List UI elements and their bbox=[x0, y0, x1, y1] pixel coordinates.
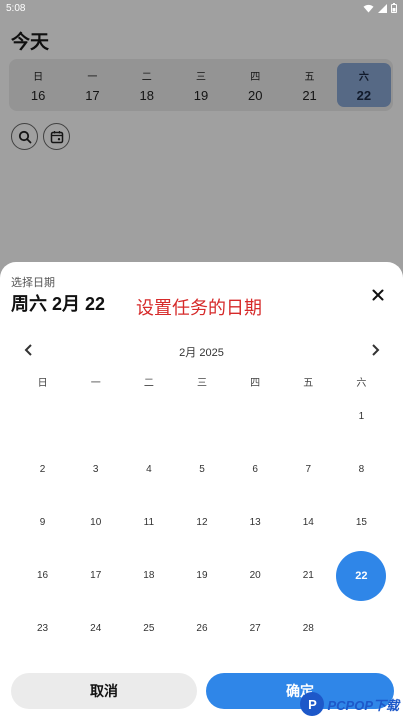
calendar-day-number: 14 bbox=[302, 517, 314, 528]
weekday-header-row: 日 一 二 三 四 五 六 bbox=[16, 374, 388, 389]
calendar-empty-cell bbox=[122, 390, 175, 443]
calendar-day[interactable]: 24 bbox=[69, 602, 122, 655]
watermark-logo: P bbox=[300, 692, 325, 716]
calendar-day[interactable]: 5 bbox=[175, 443, 228, 496]
calendar-day[interactable]: 10 bbox=[69, 496, 122, 549]
weekday-header: 二 bbox=[143, 378, 154, 389]
weekday-header: 三 bbox=[196, 378, 207, 389]
chevron-right-icon bbox=[371, 344, 379, 356]
calendar-day[interactable]: 16 bbox=[16, 549, 69, 602]
next-month-button[interactable] bbox=[367, 342, 383, 358]
calendar-day-number: 26 bbox=[196, 623, 208, 634]
calendar-day[interactable]: 18 bbox=[122, 549, 175, 602]
calendar-day-number: 7 bbox=[305, 464, 312, 475]
weekday-header: 一 bbox=[90, 378, 101, 389]
battery-icon bbox=[391, 3, 397, 13]
calendar-day-number: 19 bbox=[196, 570, 208, 581]
calendar-empty-cell bbox=[229, 390, 282, 443]
signal-icon bbox=[378, 3, 387, 13]
calendar-day[interactable]: 4 bbox=[122, 443, 175, 496]
calendar-day[interactable]: 11 bbox=[122, 496, 175, 549]
calendar-day-number: 2 bbox=[39, 464, 46, 475]
calendar-day[interactable]: 9 bbox=[16, 496, 69, 549]
calendar-day-number: 11 bbox=[143, 517, 155, 528]
calendar-day-number: 6 bbox=[252, 464, 258, 475]
calendar-day-number: 20 bbox=[249, 570, 261, 581]
calendar-day[interactable]: 25 bbox=[122, 602, 175, 655]
calendar-day-number: 23 bbox=[37, 623, 49, 634]
calendar-day-number: 15 bbox=[355, 517, 367, 528]
date-picker-subtitle: 选择日期 bbox=[11, 277, 55, 289]
calendar-day[interactable]: 20 bbox=[229, 549, 282, 602]
calendar-empty-cell bbox=[69, 390, 122, 443]
calendar-day[interactable]: 6 bbox=[229, 443, 282, 496]
calendar-empty-cell bbox=[175, 390, 228, 443]
weekday-header: 六 bbox=[356, 378, 367, 389]
calendar-day[interactable]: 21 bbox=[282, 549, 335, 602]
weekday-header: 日 bbox=[37, 378, 48, 389]
calendar-day[interactable]: 7 bbox=[282, 443, 335, 496]
calendar-day-number: 27 bbox=[249, 623, 261, 634]
close-icon bbox=[372, 289, 384, 301]
watermark: P PCPOP下载 bbox=[300, 692, 399, 716]
calendar-day-number: 21 bbox=[302, 570, 314, 581]
cancel-button[interactable]: 取消 bbox=[11, 673, 197, 709]
calendar-day-grid: 1 2 3 4 5 6 7 8 9 10 11 12 13 14 15 16 17 18 19 20 21 22 23 24 2… bbox=[16, 390, 388, 655]
status-bar: 5:08 bbox=[0, 0, 403, 16]
calendar-day-number: 17 bbox=[90, 570, 102, 581]
calendar-day-number: 18 bbox=[143, 570, 155, 581]
calendar-day[interactable]: 26 bbox=[175, 602, 228, 655]
calendar-day[interactable]: 19 bbox=[175, 549, 228, 602]
weekday-header: 四 bbox=[250, 378, 261, 389]
calendar-day-number: 10 bbox=[90, 517, 102, 528]
calendar-day[interactable]: 8 bbox=[335, 443, 388, 496]
watermark-text: PCPOP下载 bbox=[327, 697, 399, 713]
close-button[interactable] bbox=[367, 284, 389, 306]
calendar-day[interactable]: 23 bbox=[16, 602, 69, 655]
calendar-day[interactable]: 13 bbox=[229, 496, 282, 549]
calendar-day-number: 28 bbox=[302, 623, 314, 634]
calendar-day[interactable]: 28 bbox=[282, 602, 335, 655]
calendar-day[interactable]: 12 bbox=[175, 496, 228, 549]
annotation-caption: 设置任务的日期 bbox=[136, 298, 262, 318]
calendar-day-number: 12 bbox=[196, 517, 208, 528]
calendar-day[interactable]: 2 bbox=[16, 443, 69, 496]
month-label[interactable]: 2月 2025 bbox=[0, 344, 403, 360]
calendar-day[interactable]: 15 bbox=[335, 496, 388, 549]
calendar-empty-cell bbox=[282, 390, 335, 443]
calendar-day-number: 4 bbox=[146, 464, 152, 475]
calendar-day[interactable]: 14 bbox=[282, 496, 335, 549]
status-time: 5:08 bbox=[6, 2, 26, 14]
date-picker-sheet: 选择日期 周六 2月 22 设置任务的日期 2月 2025 日 一 二 三 四 … bbox=[0, 262, 403, 720]
calendar-day-number: 8 bbox=[358, 464, 365, 475]
calendar-day-number: 24 bbox=[90, 623, 102, 634]
wifi-icon bbox=[363, 4, 374, 12]
calendar-day-number: 1 bbox=[358, 411, 365, 422]
calendar-day[interactable]: 3 bbox=[69, 443, 122, 496]
selected-date-heading: 周六 2月 22 bbox=[11, 294, 106, 314]
calendar-day-number: 16 bbox=[37, 570, 49, 581]
calendar-day[interactable]: 27 bbox=[229, 602, 282, 655]
month-navigation: 2月 2025 bbox=[0, 340, 403, 360]
weekday-header: 五 bbox=[303, 378, 314, 389]
calendar-day[interactable]: 1 bbox=[335, 390, 388, 443]
calendar-day-number: 3 bbox=[92, 464, 99, 475]
calendar-day-number: 13 bbox=[249, 517, 261, 528]
calendar-empty-cell bbox=[16, 390, 69, 443]
calendar-day-number: 22 bbox=[336, 550, 387, 601]
calendar-day-number: 5 bbox=[199, 464, 205, 475]
calendar-day-selected[interactable]: 22 bbox=[335, 549, 388, 602]
calendar-day-number: 9 bbox=[39, 517, 46, 528]
calendar-empty-cell bbox=[335, 602, 388, 655]
calendar-day[interactable]: 17 bbox=[69, 549, 122, 602]
calendar-day-number: 25 bbox=[143, 623, 155, 634]
